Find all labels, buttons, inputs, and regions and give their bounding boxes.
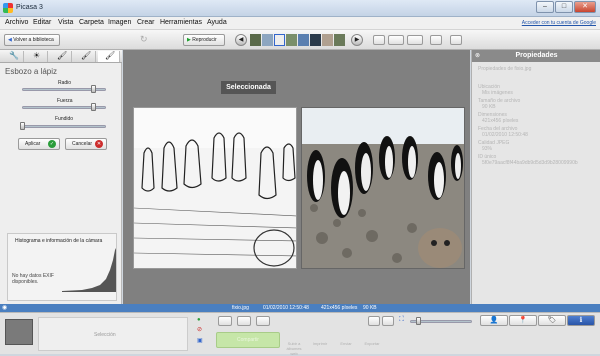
fade-slider-thumb[interactable] xyxy=(20,122,25,130)
menu-herramientas[interactable]: Herramientas xyxy=(160,19,202,26)
menu-archivo[interactable]: Archivo xyxy=(5,19,28,26)
properties-panel: Propiedades ⊗ Propiedades de fixio.jpg U… xyxy=(471,50,600,304)
hold-icon[interactable]: ● xyxy=(197,317,201,323)
prop-dims-value: 421x456 píxeles xyxy=(482,118,519,124)
bottom-tray: Selección ● ⊘ ▣ Compartir Subir a álbume… xyxy=(0,312,600,356)
tray-thumbnail[interactable] xyxy=(5,319,33,345)
rotate-left-button[interactable] xyxy=(237,316,251,326)
prop-id-value: 5f0e79aacf8f44ba9db9d5d3d9b28009990b xyxy=(482,160,578,166)
star-button[interactable] xyxy=(218,316,232,326)
rotate-view-button[interactable] xyxy=(450,35,462,45)
status-size: 90 KB xyxy=(363,305,377,311)
fade-label: Fundido xyxy=(55,116,74,122)
title-bar: Picasa 3 – □ ✕ xyxy=(0,0,600,17)
tab-tuning[interactable]: ☀ xyxy=(26,51,48,62)
window-title: Picasa 3 xyxy=(16,4,43,11)
play-slideshow-button[interactable]: ▶ Reproducir xyxy=(183,34,225,46)
maximize-button[interactable]: □ xyxy=(555,1,573,13)
signin-link[interactable]: Acceder con tu cuenta de Google xyxy=(522,20,596,26)
add-tray-icon[interactable]: ▣ xyxy=(197,337,203,344)
fade-slider[interactable] xyxy=(22,125,106,128)
prop-location-value: Mis imágenes xyxy=(482,90,513,96)
tags-button[interactable]: 🏷 xyxy=(538,315,566,326)
back-to-library-button[interactable]: ◀ Volver a biblioteca xyxy=(4,34,60,46)
status-bar: ◉ fixio.jpg 01/02/2010 12:50:48 421x456 … xyxy=(0,304,600,312)
histogram-title: Histograma e información de la cámara xyxy=(15,238,103,244)
view-compare-alt-button[interactable] xyxy=(407,35,423,45)
export-button[interactable]: Exportar xyxy=(362,341,382,346)
menu-crear[interactable]: Crear xyxy=(137,19,155,26)
close-button[interactable]: ✕ xyxy=(574,1,596,13)
zoom-icon: ⛶ xyxy=(399,316,404,323)
email-button[interactable]: Enviar xyxy=(336,341,356,346)
collapse-icon[interactable]: ◉ xyxy=(2,304,7,311)
info-button[interactable]: ℹ xyxy=(567,315,595,326)
prop-quality-value: 93% xyxy=(482,146,493,152)
menu-ayuda[interactable]: Ayuda xyxy=(207,19,227,26)
tab-basic-fixes[interactable]: 🔧 xyxy=(2,51,24,62)
histogram-box: Histograma e información de la cámara No… xyxy=(7,233,117,301)
minimize-button[interactable]: – xyxy=(536,1,554,13)
view-list-button[interactable] xyxy=(382,316,394,326)
histogram-chart xyxy=(62,248,116,292)
cancel-button[interactable]: Cancelar ✕ xyxy=(65,138,107,150)
tab-effects-1[interactable]: 🖌 xyxy=(50,51,72,62)
selected-label: Seleccionada xyxy=(221,81,276,94)
prev-image-button[interactable]: ◀ xyxy=(235,34,247,46)
status-dims: 421x456 píxeles xyxy=(321,305,358,311)
check-icon: ✓ xyxy=(48,140,56,148)
exif-note: No hay datos EXIF disponibles. xyxy=(12,273,54,285)
toolbar: ◀ Volver a biblioteca ↻ ▶ Reproducir ◀ ▶ xyxy=(0,30,600,50)
menu-editar[interactable]: Editar xyxy=(33,19,51,26)
people-button[interactable]: 👤 xyxy=(480,315,508,326)
view-grid-button[interactable] xyxy=(368,316,380,326)
status-filename: fixio.jpg xyxy=(232,305,249,311)
view-single-button[interactable] xyxy=(373,35,385,45)
rotate-icon: ↻ xyxy=(140,34,148,44)
picasa-logo-icon xyxy=(3,3,13,13)
cancel-icon: ✕ xyxy=(95,140,103,148)
effect-title: Esbozo a lápiz xyxy=(5,67,58,76)
edit-tabs: 🔧 ☀ 🖌 🖌 🖌 xyxy=(0,50,122,63)
apply-button[interactable]: Aplicar ✓ xyxy=(18,138,60,150)
view-compare-button[interactable] xyxy=(388,35,404,45)
share-button[interactable]: Compartir xyxy=(216,332,280,348)
play-icon: ▶ xyxy=(187,37,191,43)
menu-imagen[interactable]: Imagen xyxy=(108,19,131,26)
clear-icon[interactable]: ⊘ xyxy=(197,326,202,333)
tab-effects-2[interactable]: 🖌 xyxy=(74,51,96,62)
strength-label: Fuerza xyxy=(57,98,73,104)
tab-effects-3[interactable]: 🖌 xyxy=(98,51,120,62)
properties-header: Propiedades xyxy=(472,50,600,62)
fullscreen-button[interactable] xyxy=(430,35,442,45)
image-viewer: Seleccionada xyxy=(123,50,470,304)
selection-label: Selección xyxy=(94,332,116,338)
filmstrip-mini[interactable] xyxy=(250,34,348,46)
print-button[interactable]: Imprimir xyxy=(310,341,330,346)
prop-date-value: 01/02/2010 12:50:48 xyxy=(482,132,528,138)
sketch-image[interactable] xyxy=(133,107,297,269)
radius-slider-thumb[interactable] xyxy=(91,85,96,93)
close-properties-icon[interactable]: ⊗ xyxy=(475,52,480,59)
rotate-right-button[interactable] xyxy=(256,316,270,326)
menu-carpeta[interactable]: Carpeta xyxy=(79,19,104,26)
original-image[interactable] xyxy=(301,107,465,269)
zoom-slider-thumb[interactable] xyxy=(416,317,421,325)
back-arrow-icon: ◀ xyxy=(8,37,12,43)
radius-label: Radio xyxy=(58,80,72,86)
prop-size-value: 90 KB xyxy=(482,104,496,110)
menu-bar: Archivo Editar Vista Carpeta Imagen Crea… xyxy=(0,17,600,30)
edit-panel: 🔧 ☀ 🖌 🖌 🖌 Esbozo a lápiz Radio Fuerza Fu… xyxy=(0,50,122,304)
menu-vista[interactable]: Vista xyxy=(58,19,73,26)
status-date: 01/02/2010 12:50:48 xyxy=(263,305,309,311)
next-image-button[interactable]: ▶ xyxy=(351,34,363,46)
selection-tray: Selección xyxy=(38,317,188,351)
strength-slider-thumb[interactable] xyxy=(91,103,96,111)
properties-subtitle: Propiedades de fixio.jpg xyxy=(478,66,532,72)
location-button[interactable]: 📍 xyxy=(509,315,537,326)
